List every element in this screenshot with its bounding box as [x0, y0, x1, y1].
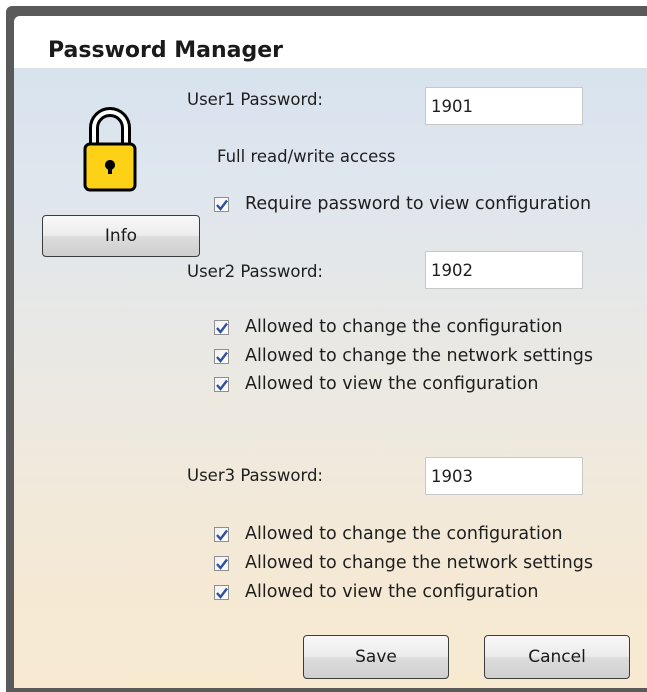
checkbox-label: Allowed to view the configuration [245, 582, 539, 602]
user1-password-label: User1 Password: [187, 90, 323, 109]
dialog-title: Password Manager [48, 38, 284, 63]
password-manager-dialog: Password Manager Info User1 Password: 19… [14, 16, 647, 688]
user2-password-label: User2 Password: [187, 262, 323, 281]
checkmark-icon [216, 558, 228, 570]
checkbox[interactable] [214, 527, 229, 542]
checkmark-icon [216, 379, 228, 391]
user2-password-field[interactable]: 1902 [425, 251, 583, 289]
title-bar: Password Manager [14, 16, 647, 68]
checkmark-icon [216, 529, 228, 541]
cancel-button[interactable]: Cancel [484, 635, 630, 679]
checkmark-icon [216, 587, 228, 599]
checkbox-label: Allowed to change the configuration [245, 524, 563, 544]
checkbox-label: Allowed to change the configuration [245, 317, 563, 337]
checkbox-label: Require password to view configuration [245, 194, 592, 214]
user1-access-description: Full read/write access [217, 147, 396, 166]
checkbox-label: Allowed to change the network settings [245, 553, 593, 573]
checkbox[interactable] [214, 197, 229, 212]
checkmark-icon [216, 322, 228, 334]
checkbox[interactable] [214, 377, 229, 392]
checkmark-icon [216, 351, 228, 363]
user3-password-field[interactable]: 1903 [425, 457, 583, 495]
checkmark-icon [216, 199, 228, 211]
checkbox[interactable] [214, 585, 229, 600]
user1-password-field[interactable]: 1901 [425, 87, 583, 125]
password-manager-window: Password Manager Info User1 Password: 19… [0, 0, 647, 692]
checkbox[interactable] [214, 349, 229, 364]
checkbox-label: Allowed to view the configuration [245, 374, 539, 394]
padlock-icon [82, 100, 138, 196]
user3-password-label: User3 Password: [187, 466, 323, 485]
info-button[interactable]: Info [42, 215, 200, 257]
save-button[interactable]: Save [303, 635, 449, 679]
checkbox-label: Allowed to change the network settings [245, 346, 593, 366]
checkbox[interactable] [214, 320, 229, 335]
checkbox[interactable] [214, 556, 229, 571]
